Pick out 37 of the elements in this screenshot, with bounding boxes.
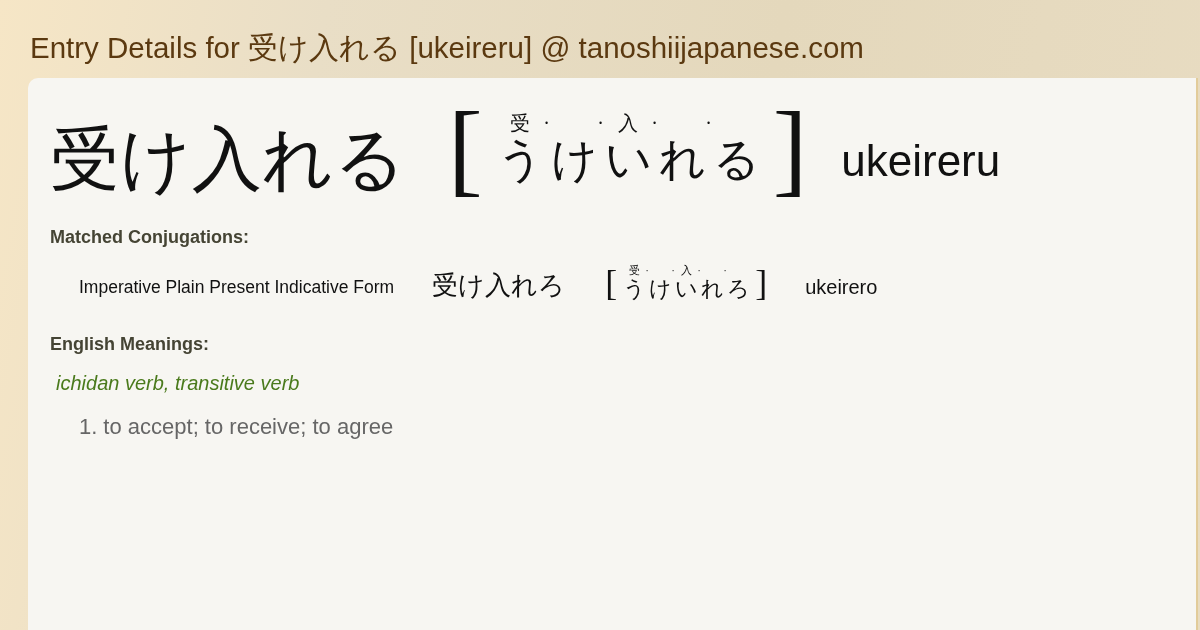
reading-kana: れ — [701, 277, 724, 301]
entry-word: 受け入れる — [50, 120, 406, 200]
boundary-dot: · — [542, 111, 551, 135]
boundary-dot: · — [596, 111, 605, 135]
reading-kana: い — [604, 135, 651, 185]
boundary-dot: · — [704, 111, 713, 135]
boundary-dot: · — [671, 264, 676, 277]
section-heading: Matched Conjugations: — [50, 226, 249, 248]
reading-kana: れ — [658, 135, 705, 185]
reading-kana: ろ — [727, 277, 750, 301]
reading-kana: る — [712, 135, 759, 185]
reading-kana: う — [496, 135, 543, 185]
conjugated-word: 受け入れろ — [432, 270, 566, 302]
furigana-kanji: 受 — [628, 264, 640, 277]
boundary-dot: · — [650, 111, 659, 135]
entry-romaji: ukeireru — [841, 136, 1001, 186]
section-heading: English Meanings: — [50, 333, 209, 355]
reading-kana: う — [623, 277, 646, 301]
open-bracket: [ — [605, 264, 618, 301]
furigana-kanji: 受 — [509, 111, 530, 135]
conjugation-form: Imperative Plain Present Indicative Form — [79, 276, 395, 300]
boundary-dot: · — [645, 264, 650, 277]
reading-kana: け — [649, 277, 672, 301]
boundary-dot: · — [697, 264, 702, 277]
reading-kana: い — [675, 277, 698, 301]
furigana-kanji: 入 — [617, 111, 638, 135]
part-of-speech: ichidan verb, transitive verb — [56, 371, 300, 395]
furigana-kanji: 入 — [680, 264, 692, 277]
reading-kana: け — [550, 135, 597, 185]
conjugation-romaji: ukeirero — [805, 274, 878, 300]
boundary-dot: · — [723, 264, 728, 277]
close-bracket: ] — [772, 96, 808, 200]
open-bracket: [ — [448, 96, 483, 200]
close-bracket: ] — [755, 264, 768, 301]
meaning-text: to accept; to receive; to agree — [103, 413, 394, 441]
page-title: Entry Details for 受け入れる [ukeireru] @ tanoshiijapanese.com — [30, 33, 864, 63]
sense-number: 1. — [79, 413, 98, 441]
